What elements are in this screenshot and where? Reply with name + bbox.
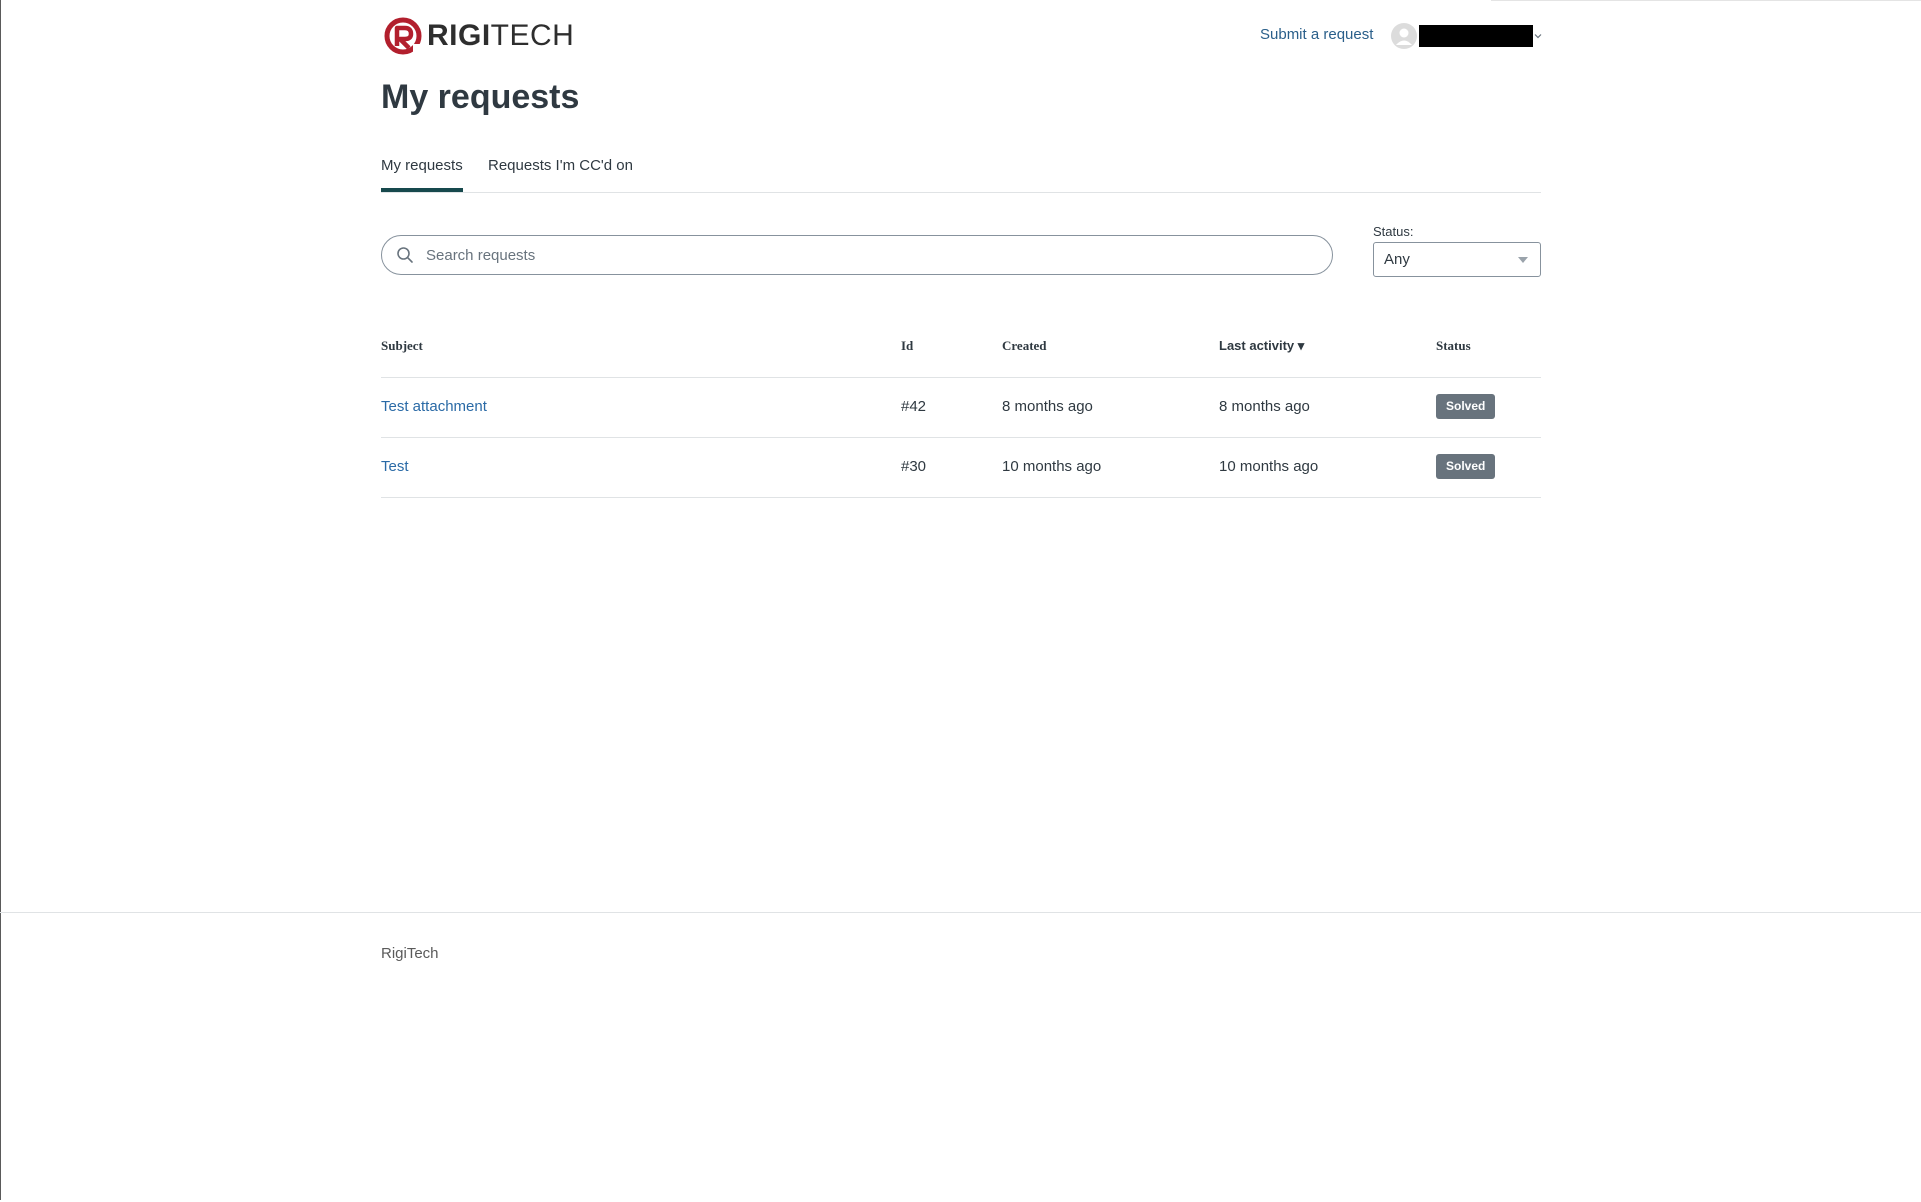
window-top-edge [1491,0,1921,1]
tab-my-requests[interactable]: My requests [381,156,463,192]
tab-requests-cc[interactable]: Requests I'm CC'd on [488,156,633,176]
request-subject-link[interactable]: Test [381,458,409,475]
site-footer: RigiTech [0,912,1921,1201]
logo-text-light: TECH [490,19,575,52]
footer-brand-text: RigiTech [381,945,439,962]
column-header-id: Id [901,338,914,353]
dropdown-arrow-icon [1518,257,1528,263]
brand-logo[interactable]: RIGITECH [383,16,574,56]
rigitech-logo-icon [384,17,422,55]
request-id-cell: #30 [901,458,927,475]
request-tabs: My requests Requests I'm CC'd on [381,152,1541,193]
status-badge: Solved [1436,394,1496,419]
request-subject-cell: Test attachment [381,398,487,415]
request-last-activity-cell: 10 months ago [1219,458,1319,475]
request-created-cell: 10 months ago [1002,458,1102,475]
logo-text-bold: RIGI [427,19,491,52]
search-input[interactable] [424,245,1308,265]
page-title: My requests [381,78,580,116]
search-box[interactable] [381,235,1333,275]
user-menu[interactable] [1391,22,1542,50]
status-filter-value: Any [1384,251,1410,268]
request-last-activity-cell: 8 months ago [1219,398,1310,415]
chevron-down-icon [1534,34,1542,39]
status-filter-select[interactable]: Any [1373,242,1541,277]
search-icon [397,247,413,263]
site-header: RIGITECH Submit a request [381,0,1542,70]
logo-wordmark: RIGITECH [427,16,574,56]
request-created-cell: 8 months ago [1002,398,1093,415]
status-filter-label: Status: [1373,224,1414,239]
redacted-username [1419,25,1533,47]
submit-request-link[interactable]: Submit a request [1260,26,1373,43]
request-subject-cell: Test [381,458,409,475]
column-header-created[interactable]: Created [1002,338,1047,354]
table-header: Subject Id Created Last activity ▾ Statu… [381,330,1541,378]
table-row: Test #30 10 months ago 10 months ago Sol… [381,438,1541,498]
request-id-cell: #42 [901,398,927,415]
requests-table: Subject Id Created Last activity ▾ Statu… [381,330,1541,498]
user-avatar-icon [1391,23,1417,49]
table-row: Test attachment #42 8 months ago 8 month… [381,378,1541,438]
request-subject-link[interactable]: Test attachment [381,398,487,415]
column-header-last-activity[interactable]: Last activity ▾ [1219,338,1304,354]
status-badge: Solved [1436,454,1496,479]
column-header-subject: Subject [381,338,423,353]
column-header-status: Status [1436,338,1471,353]
